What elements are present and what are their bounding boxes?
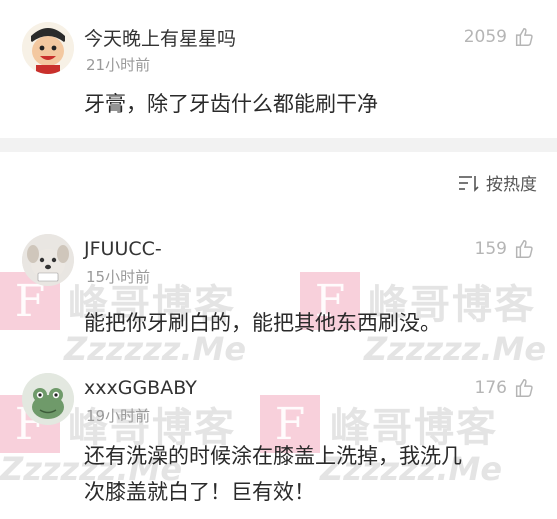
thumbs-up-icon (515, 240, 533, 258)
avatar[interactable] (22, 22, 74, 74)
comment-text: 牙膏，除了牙齿什么都能刷干净 (84, 92, 378, 116)
like-button[interactable]: 176 (475, 377, 535, 399)
thumbs-up-icon (515, 379, 533, 397)
comment-text-line-1: 还有洗澡的时候涂在膝盖上洗掉，我洗几 (84, 444, 462, 468)
comment-text-line-2: 次膝盖就白了！巨有效！ (84, 480, 315, 504)
username[interactable]: xxxGGBABY (84, 377, 197, 399)
username[interactable]: JFUUCC- (84, 238, 162, 260)
dog-icon (22, 234, 74, 286)
like-count: 2059 (463, 27, 507, 47)
username[interactable]: 今天晚上有星星吗 (84, 24, 236, 51)
timestamp: 15小时前 (86, 268, 151, 286)
like-count: 176 (474, 378, 507, 398)
thumbs-up-icon (515, 28, 533, 46)
avatar[interactable] (22, 373, 74, 425)
comment-2: JFUUCC- 15小时前 159 能把你牙刷白的，能把其他东西刷没。 (0, 210, 557, 360)
sort-button[interactable]: 按热度 (458, 170, 537, 195)
avatar[interactable] (22, 234, 74, 286)
comment-1: 今天晚上有星星吗 21小时前 2059 牙膏，除了牙齿什么都能刷干净 (0, 0, 557, 138)
timestamp: 21小时前 (86, 56, 151, 74)
comment-3: xxxGGBABY 19小时前 176 还有洗澡的时候涂在膝盖上洗掉，我洗几 次… (0, 355, 557, 519)
timestamp: 19小时前 (86, 407, 151, 425)
like-count: 159 (474, 239, 507, 259)
like-button[interactable]: 159 (475, 238, 535, 260)
section-divider (0, 138, 557, 152)
sort-icon (459, 175, 479, 192)
cartoon-face-icon (22, 22, 74, 74)
comment-text: 能把你牙刷白的，能把其他东西刷没。 (84, 311, 441, 335)
sort-label: 按热度 (486, 175, 537, 195)
like-button[interactable]: 2059 (464, 26, 535, 48)
frog-icon (22, 373, 74, 425)
